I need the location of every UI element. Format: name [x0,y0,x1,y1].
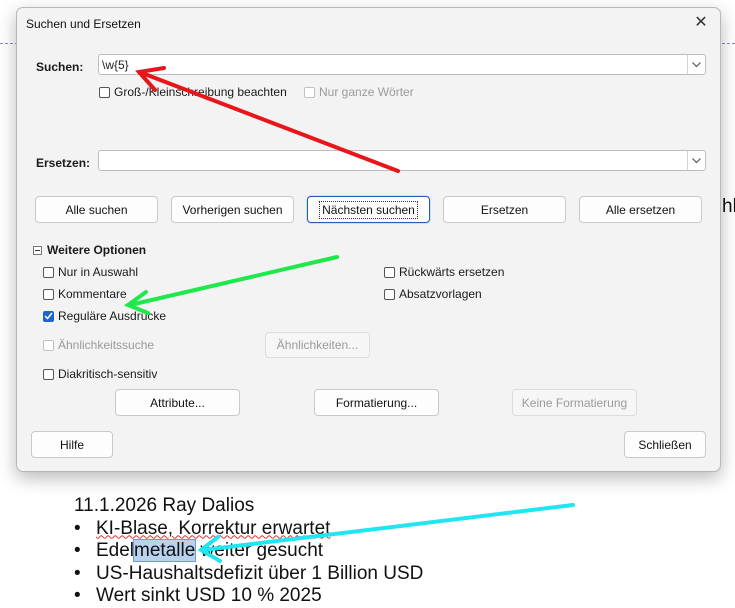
green-arrow [123,255,339,315]
red-arrow [135,66,400,173]
annotation-arrows [123,66,575,563]
cyan-arrow [197,503,575,563]
